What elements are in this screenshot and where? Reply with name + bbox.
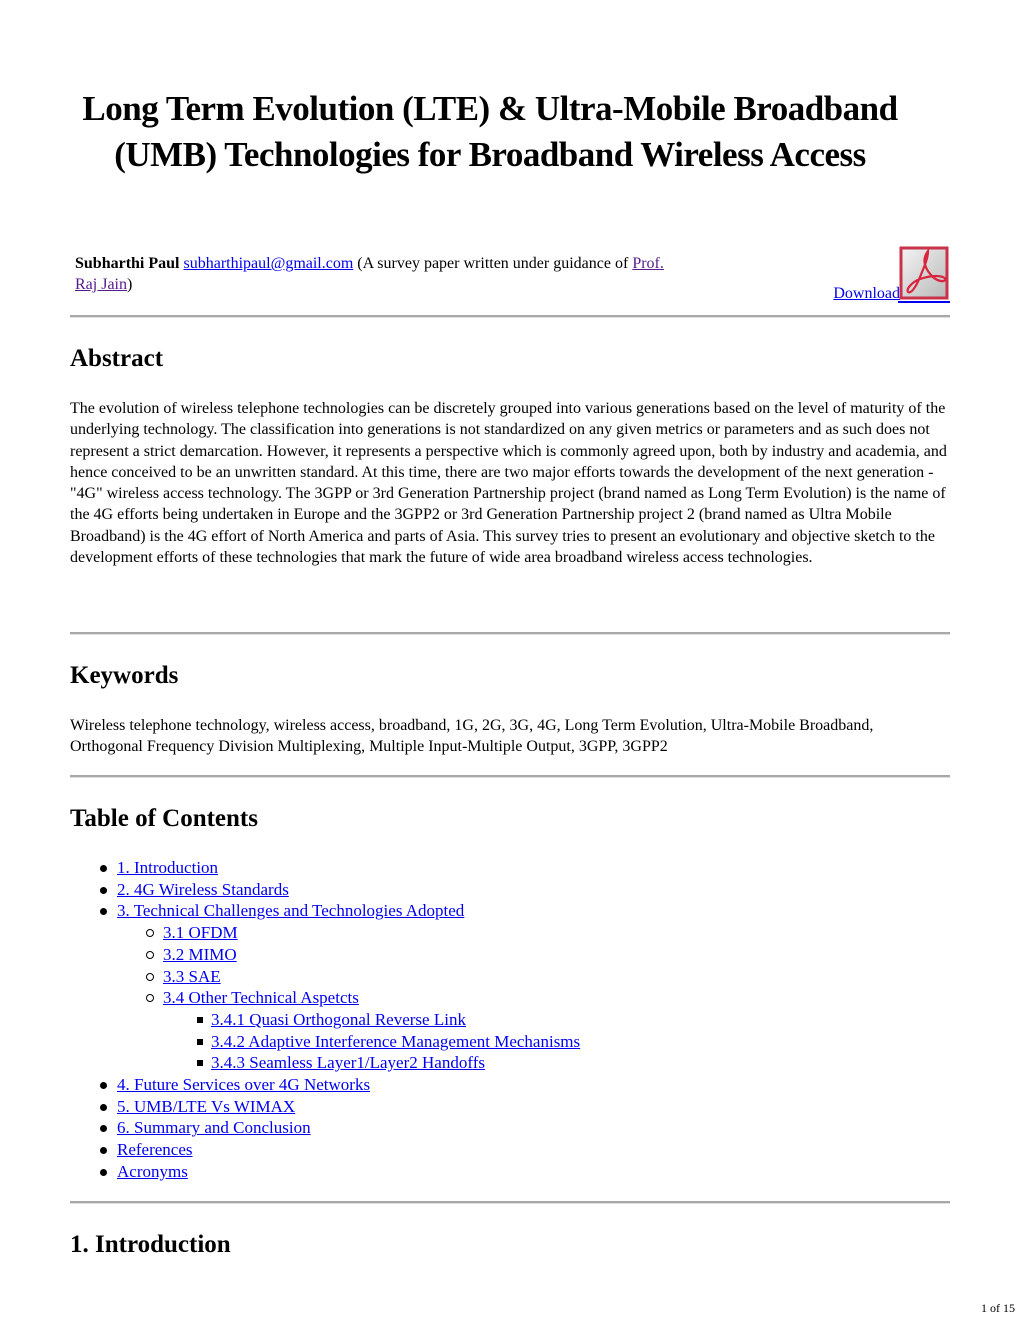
author-line: Subharthi Paul subharthipaul@gmail.com (… bbox=[75, 253, 675, 295]
author-note-suffix: ) bbox=[127, 276, 133, 293]
page-title: Long Term Evolution (LTE) & Ultra-Mobile… bbox=[82, 89, 898, 174]
toc-link-quasi-orthogonal-reverse-link[interactable]: 3.4.1 Quasi Orthogonal Reverse Link bbox=[211, 1010, 466, 1029]
toc-item: 3.4.2 Adaptive Interference Management M… bbox=[70, 1031, 580, 1053]
divider bbox=[70, 1201, 950, 1204]
toc-item: 1. Introduction bbox=[70, 857, 580, 879]
toc-item: 3.3 SAE bbox=[70, 966, 580, 988]
toc-item: References bbox=[70, 1139, 580, 1161]
download-label: Download bbox=[833, 285, 900, 302]
author-name: Subharthi Paul bbox=[75, 255, 180, 272]
author-email-link[interactable]: subharthipaul@gmail.com bbox=[183, 255, 353, 272]
circle-bullet-icon bbox=[146, 950, 154, 959]
square-bullet-icon bbox=[197, 1038, 203, 1045]
toc-link-adaptive-interference-management[interactable]: 3.4.2 Adaptive Interference Management M… bbox=[211, 1032, 580, 1051]
toc-link-other-technical-aspects[interactable]: 3.4 Other Technical Aspetcts bbox=[163, 988, 359, 1007]
toc-link-technical-challenges[interactable]: 3. Technical Challenges and Technologies… bbox=[117, 901, 464, 920]
toc-link-ofdm[interactable]: 3.1 OFDM bbox=[163, 923, 238, 942]
keywords-text: Wireless telephone technology, wireless … bbox=[70, 717, 874, 756]
toc-item: 3. Technical Challenges and Technologies… bbox=[70, 900, 580, 922]
circle-bullet-icon bbox=[146, 972, 154, 981]
bullet-icon bbox=[100, 908, 107, 916]
page-indicator: 1 of 15 bbox=[981, 1301, 1015, 1315]
download-link[interactable]: Download bbox=[833, 245, 950, 303]
divider bbox=[70, 632, 950, 635]
bullet-icon bbox=[100, 865, 107, 872]
bullet-icon bbox=[100, 886, 107, 894]
download-area: Download bbox=[833, 243, 950, 303]
circle-bullet-icon bbox=[146, 929, 154, 938]
toc-item: 4. Future Services over 4G Networks bbox=[70, 1074, 580, 1096]
toc-link-4g-wireless-standards[interactable]: 2. 4G Wireless Standards bbox=[117, 880, 289, 899]
square-bullet-icon bbox=[197, 1016, 203, 1023]
introduction-heading: 1. Introduction bbox=[70, 1231, 231, 1258]
toc-item: 3.2 MIMO bbox=[70, 944, 580, 966]
toc-link-acronyms[interactable]: Acronyms bbox=[117, 1162, 188, 1181]
toc-item: Acronyms bbox=[70, 1161, 580, 1183]
toc-item: 3.4 Other Technical Aspetcts bbox=[70, 987, 580, 1009]
abstract-text: The evolution of wireless telephone tech… bbox=[70, 400, 947, 567]
author-note-prefix: (A survey paper written under guidance o… bbox=[357, 255, 629, 272]
keywords-heading: Keywords bbox=[70, 662, 179, 689]
toc-link-introduction[interactable]: 1. Introduction bbox=[117, 858, 218, 877]
toc-item: 3.4.3 Seamless Layer1/Layer2 Handoffs bbox=[70, 1052, 580, 1074]
pdf-icon bbox=[898, 246, 950, 303]
divider bbox=[70, 315, 950, 318]
table-of-contents: 1. Introduction 2. 4G Wireless Standards… bbox=[70, 857, 580, 1183]
abstract-heading: Abstract bbox=[70, 345, 164, 372]
toc-link-mimo[interactable]: 3.2 MIMO bbox=[163, 945, 237, 964]
divider bbox=[70, 775, 950, 778]
bullet-icon bbox=[100, 1082, 107, 1090]
bullet-icon bbox=[100, 1125, 107, 1133]
circle-bullet-icon bbox=[146, 994, 154, 1003]
bullet-icon bbox=[100, 1147, 107, 1155]
bullet-icon bbox=[100, 1103, 107, 1111]
toc-heading: Table of Contents bbox=[70, 805, 258, 832]
toc-item: 3.4.1 Quasi Orthogonal Reverse Link bbox=[70, 1009, 580, 1031]
square-bullet-icon bbox=[197, 1060, 203, 1067]
toc-link-seamless-handoffs[interactable]: 3.4.3 Seamless Layer1/Layer2 Handoffs bbox=[211, 1053, 485, 1072]
toc-item: 5. UMB/LTE Vs WIMAX bbox=[70, 1096, 580, 1118]
toc-item: 2. 4G Wireless Standards bbox=[70, 879, 580, 901]
toc-link-future-services[interactable]: 4. Future Services over 4G Networks bbox=[117, 1075, 370, 1094]
toc-link-summary-conclusion[interactable]: 6. Summary and Conclusion bbox=[117, 1118, 311, 1137]
bullet-icon bbox=[100, 1168, 107, 1176]
toc-item: 3.1 OFDM bbox=[70, 922, 580, 944]
toc-link-references[interactable]: References bbox=[117, 1140, 193, 1159]
toc-item: 6. Summary and Conclusion bbox=[70, 1117, 580, 1139]
toc-link-umb-lte-vs-wimax[interactable]: 5. UMB/LTE Vs WIMAX bbox=[117, 1097, 295, 1116]
toc-link-sae[interactable]: 3.3 SAE bbox=[163, 967, 221, 986]
